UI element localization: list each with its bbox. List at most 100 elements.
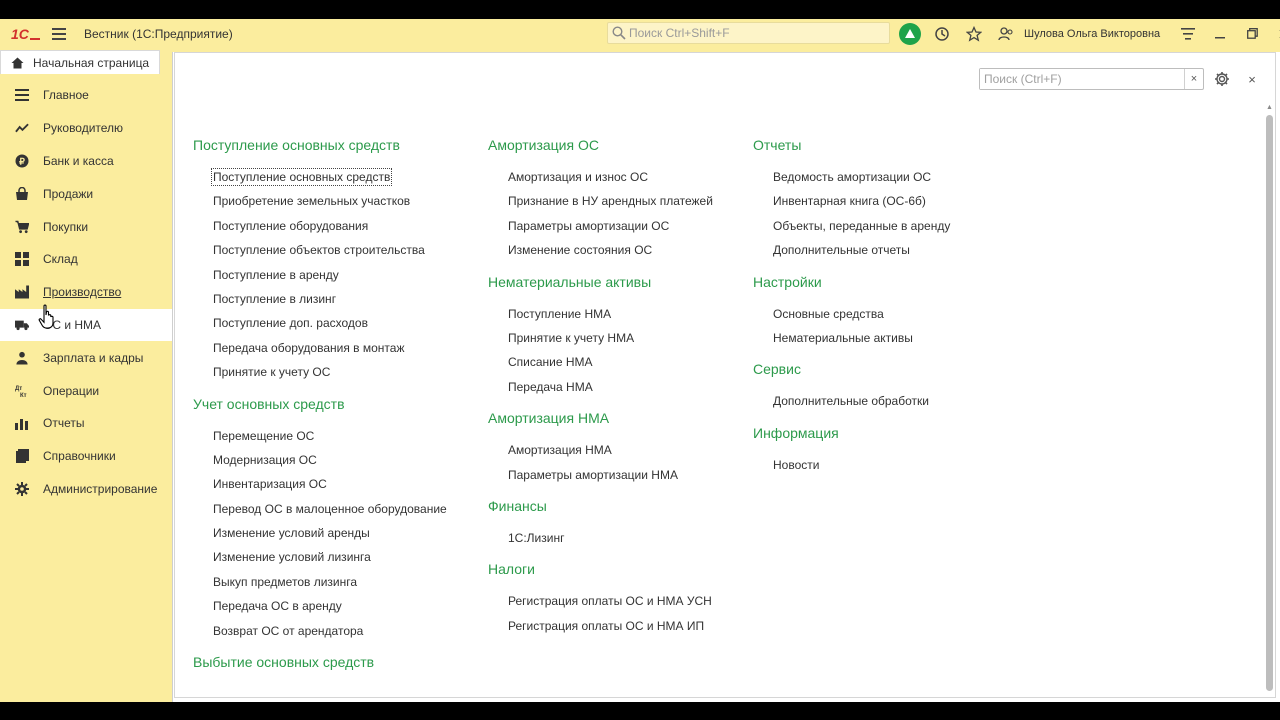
command-link[interactable]: Поступление в лизинг [193,287,447,311]
command-link[interactable]: Списание НМА [488,350,713,374]
form-settings-icon[interactable] [1212,69,1232,89]
notifications-icon[interactable] [894,19,926,48]
sidebar-item[interactable]: Продажи [0,177,172,210]
command-link[interactable]: Перевод ОС в малоценное оборудование [193,497,447,521]
sidebar-item[interactable]: Руководителю [0,112,172,145]
command-link[interactable]: Регистрация оплаты ОС и НМА УСН [488,589,713,613]
command-link[interactable]: Ведомость амортизации ОС [753,165,950,189]
command-link[interactable]: Приобретение земельных участков [193,189,447,213]
command-link[interactable]: Поступление объектов строительства [193,238,447,262]
sidebar-item[interactable]: ОС и НМА [0,308,172,342]
command-link-label: Регистрация оплаты ОС и НМА УСН [508,594,712,609]
command-link-label: Передача ОС в аренду [213,599,342,614]
coin-icon: ₽ [15,154,29,168]
command-link[interactable]: Принятие к учету НМА [488,326,713,350]
sidebar-item-label: Отчеты [43,416,85,431]
form-close-button[interactable]: × [1243,69,1261,89]
sales-icon [15,186,29,201]
command-link[interactable]: Регистрация оплаты ОС и НМА ИП [488,614,713,638]
command-link-label: Выкуп предметов лизинга [213,574,358,589]
sidebar-item-label: Справочники [43,449,116,464]
command-link[interactable]: Объекты, переданные в аренду [753,214,950,238]
command-link[interactable]: Изменение условий лизинга [193,545,447,569]
bar-chart-icon [15,416,29,430]
command-link[interactable]: Изменение условий аренды [193,521,447,545]
command-link[interactable]: Принятие к учету ОС [193,360,447,384]
command-link[interactable]: Возврат ОС от арендатора [193,619,447,643]
sections-list: Главное Руководителю ₽ Банк и касса Продажи П… [0,79,172,505]
command-link[interactable]: Нематериальные активы [753,326,950,350]
command-link-label: Новости [773,457,820,472]
command-link[interactable]: Перемещение ОС [193,424,447,448]
column-1: Поступление основных средств Поступление … [193,137,447,693]
sidebar-item[interactable]: Отчеты [0,407,172,440]
command-link[interactable]: Дополнительные обработки [753,389,950,413]
global-search[interactable] [607,22,890,44]
command-link-label: Параметры амортизации НМА [508,467,678,482]
group-title: Выбытие основных средств [193,654,375,671]
sidebar-item-label: Администрирование [43,481,158,496]
form-search[interactable]: × [979,68,1204,90]
command-link[interactable]: Признание в НУ арендных платежей [488,189,713,213]
main-menu-icon[interactable] [44,19,74,48]
command-link-label: Перевод ОС в малоценное оборудование [213,501,447,516]
user-name[interactable]: Шулова Ольга Викторовна [1024,28,1160,40]
command-link[interactable]: Передача оборудования в монтаж [193,336,447,360]
command-link[interactable]: Поступление основных средств [193,165,447,189]
command-link-label: 1С:Лизинг [508,530,565,545]
cart-icon [15,220,29,234]
group-title: Отчеты [753,137,802,153]
restore-icon[interactable] [1236,19,1268,48]
svg-text:1С: 1С [11,26,30,42]
command-link-label: Поступление в лизинг [213,291,337,306]
command-link[interactable]: Модернизация ОС [193,448,447,472]
sidebar-item[interactable]: Администрирование [0,473,172,506]
command-link[interactable]: Поступление доп. расходов [193,311,447,335]
command-link[interactable]: Поступление в аренду [193,263,447,287]
command-link[interactable]: Выкуп предметов лизинга [193,570,447,594]
command-link[interactable]: Амортизация НМА [488,438,713,462]
sidebar-item[interactable]: Зарплата и кадры [0,341,172,374]
scroll-up-icon[interactable]: ▲ [1266,104,1273,111]
vertical-scrollbar[interactable] [1266,115,1273,691]
settings-menu-icon[interactable] [1172,19,1204,48]
sidebar-item[interactable]: Дт Кт Операции [0,374,172,407]
command-link[interactable]: Параметры амортизации ОС [488,214,713,238]
command-link[interactable]: Инвентарная книга (ОС-6б) [753,189,950,213]
minimize-icon[interactable] [1204,19,1236,48]
command-link[interactable]: Основные средства [753,302,950,326]
command-link[interactable]: Новости [753,453,950,477]
sidebar-item[interactable]: Справочники [0,440,172,473]
command-link[interactable]: Параметры амортизации НМА [488,463,713,487]
global-search-input[interactable] [629,26,879,40]
command-link[interactable]: 1С:Лизинг [488,526,713,550]
command-link[interactable]: Передача НМА [488,375,713,399]
command-link[interactable]: Изменение состояния ОС [488,238,713,262]
command-link[interactable]: Амортизация и износ ОС [488,165,713,189]
command-link[interactable]: Поступление оборудования [193,214,447,238]
command-link-label: Изменение состояния ОС [508,243,653,258]
clear-search-button[interactable]: × [1184,69,1203,89]
sidebar-item-label: Покупки [43,219,89,234]
command-link[interactable]: Передача ОС в аренду [193,594,447,618]
tab-home-page[interactable]: Начальная страница [0,50,160,74]
sidebar-item[interactable]: Покупки [0,210,172,243]
form-search-input[interactable] [980,69,1184,89]
command-link[interactable]: Инвентаризация ОС [193,472,447,496]
favorites-icon[interactable] [958,19,990,48]
command-link[interactable]: Дополнительные отчеты [753,238,950,262]
user-icon[interactable] [990,19,1022,48]
sidebar-item[interactable]: Производство [0,276,172,309]
history-icon[interactable] [926,19,958,48]
sidebar-item-label: Производство [43,285,122,300]
sidebar-item[interactable]: Склад [0,243,172,276]
sidebar-item[interactable]: ₽ Банк и касса [0,145,172,178]
command-link[interactable]: Поступление НМА [488,302,713,326]
close-window-icon[interactable] [1268,19,1280,48]
sidebar-item[interactable]: Главное [0,79,172,112]
command-link-label: Поступление НМА [508,306,612,321]
